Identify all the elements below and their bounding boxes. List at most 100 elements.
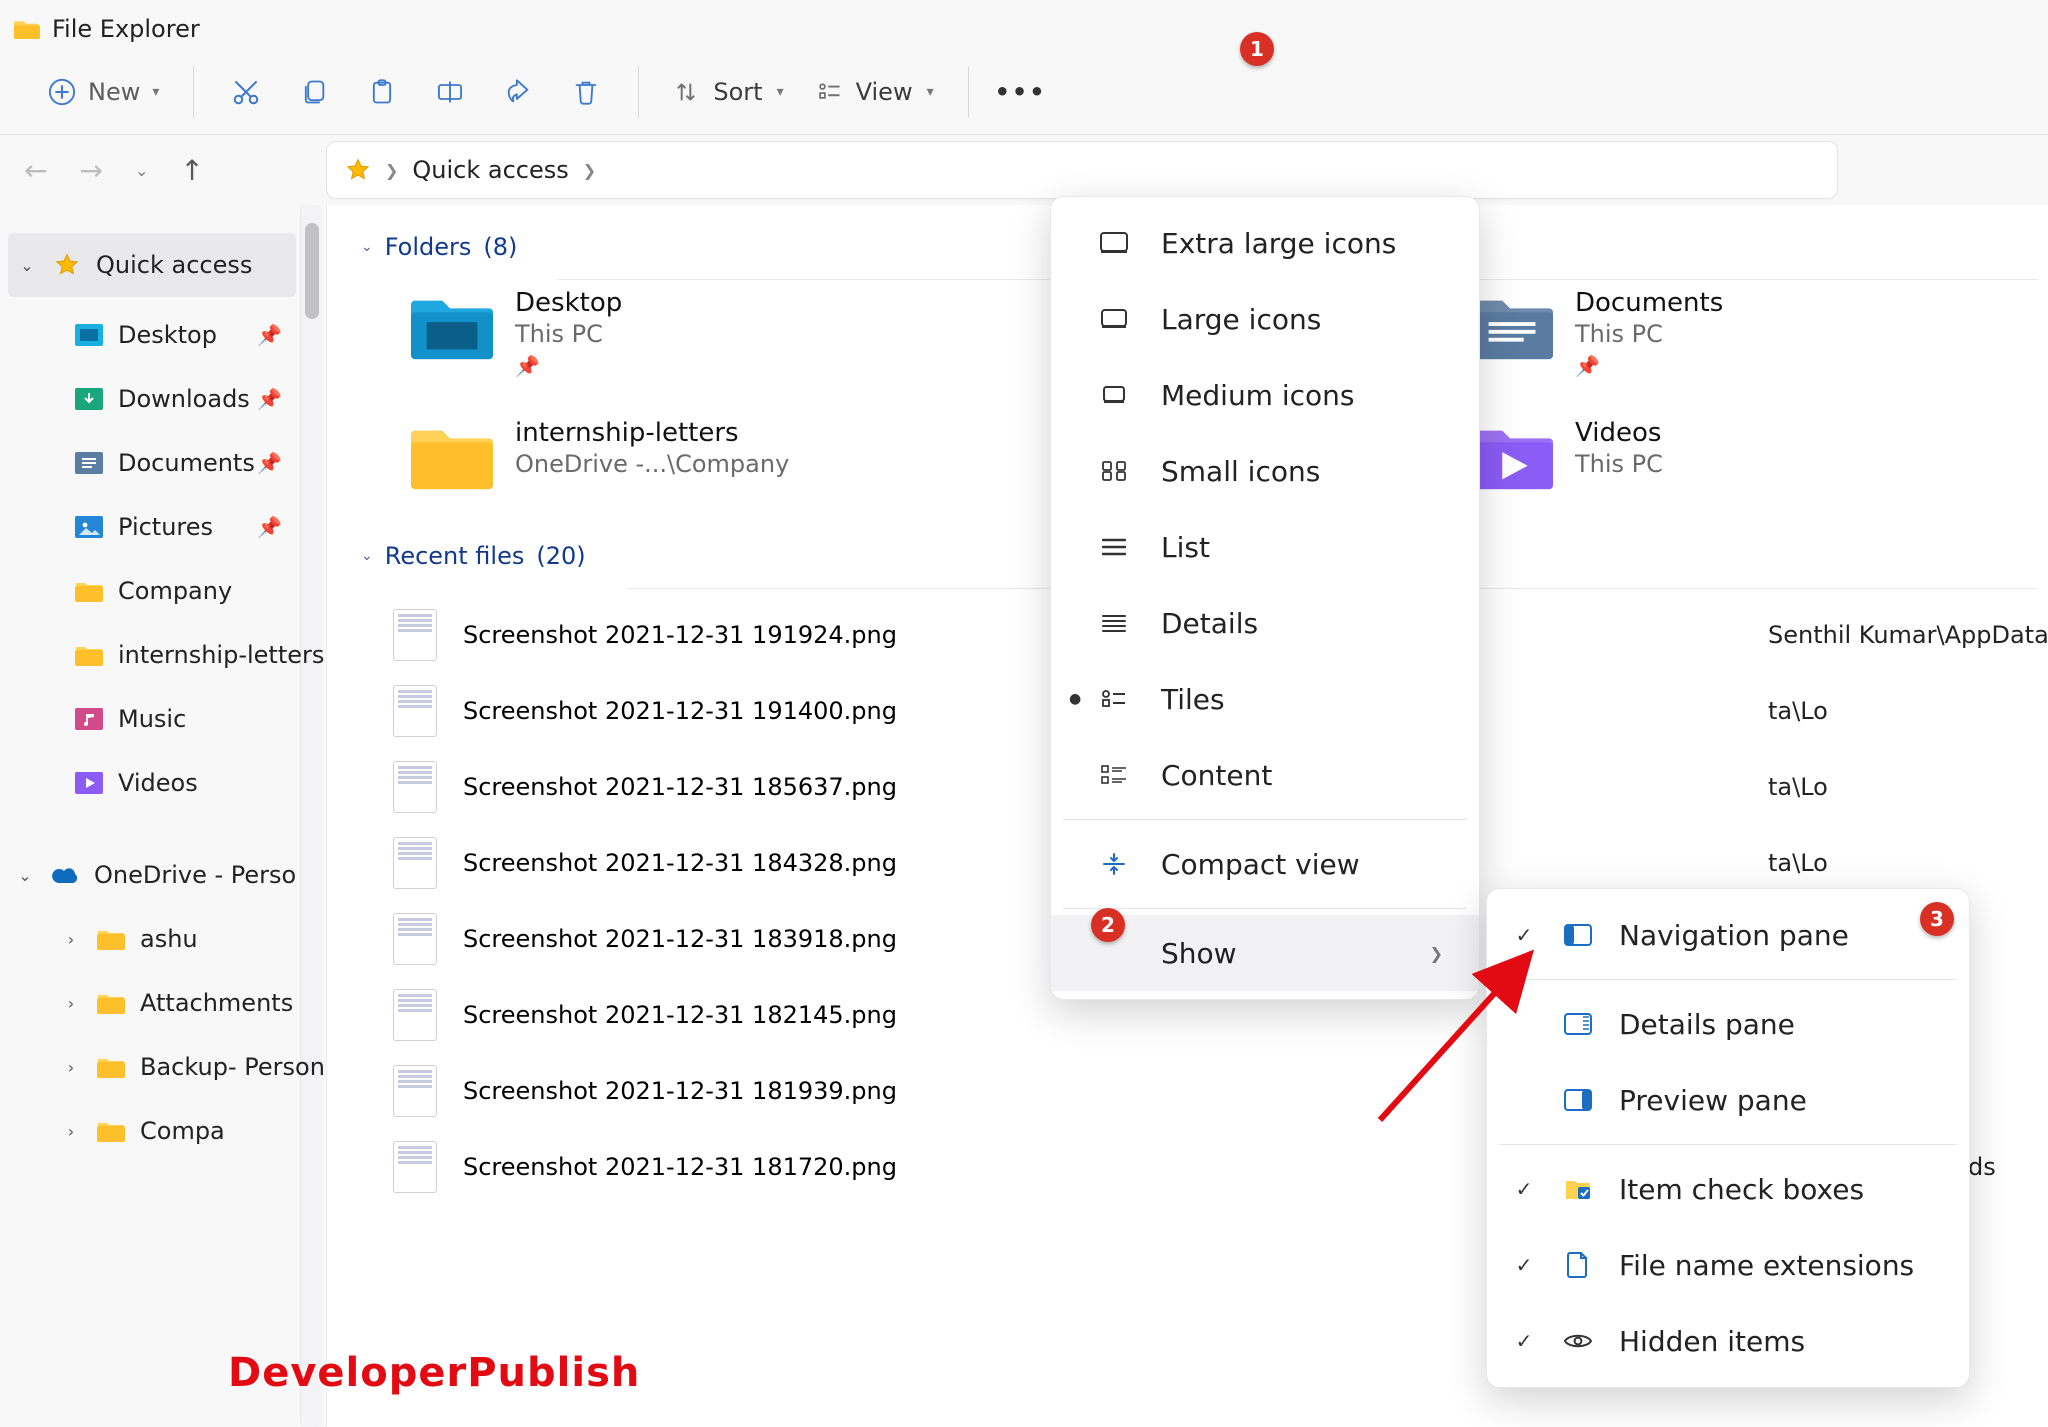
view-content-icon — [1097, 765, 1131, 785]
share-icon — [503, 78, 533, 106]
menu-item-list[interactable]: List — [1051, 509, 1479, 585]
tile-name: Documents — [1575, 288, 1723, 318]
sidebar-item-ashu[interactable]: ›ashu — [0, 907, 326, 971]
sidebar-item-internship-letters[interactable]: internship-letters — [0, 623, 326, 687]
breadcrumb-quick-access[interactable]: Quick access — [412, 156, 568, 184]
group-label: Recent files — [385, 542, 525, 570]
chevron-down-icon: ⌄ — [16, 256, 38, 275]
menu-item-details[interactable]: Details — [1051, 585, 1479, 661]
copy-button[interactable] — [282, 64, 346, 120]
downloads-folder-icon — [74, 386, 104, 412]
sidebar-item-label: Desktop — [118, 321, 217, 349]
sort-label: Sort — [713, 78, 762, 106]
menu-item-file-name-extensions[interactable]: ✓File name extensions — [1487, 1227, 1969, 1303]
menu-label: Content — [1161, 759, 1272, 792]
menu-item-details-pane[interactable]: Details pane — [1487, 986, 1969, 1062]
address-bar[interactable]: ❯ Quick access ❯ — [326, 141, 1838, 199]
folder-icon — [96, 1054, 126, 1080]
sidebar-item-label: Videos — [118, 769, 198, 797]
view-small-icon — [1097, 461, 1131, 481]
sidebar-item-pictures[interactable]: Pictures📌 — [0, 495, 326, 559]
sidebar-item-desktop[interactable]: Desktop 📌 — [0, 303, 326, 367]
file-name: Screenshot 2021-12-31 181720.png — [463, 1153, 1223, 1181]
folder-icon — [14, 18, 40, 40]
menu-label: Navigation pane — [1619, 919, 1849, 952]
menu-separator — [1063, 908, 1467, 909]
sidebar-item-documents[interactable]: Documents📌 — [0, 431, 326, 495]
menu-item-tiles[interactable]: ●Tiles — [1051, 661, 1479, 737]
view-button[interactable]: View ▾ — [802, 68, 948, 116]
tile-internship-letters[interactable]: internship-letters OneDrive -...\Company — [411, 418, 851, 492]
documents-folder-icon — [74, 450, 104, 476]
more-icon: ••• — [995, 78, 1047, 106]
hidden-items-icon — [1561, 1331, 1595, 1351]
sidebar-item-label: Music — [118, 705, 186, 733]
chevron-right-icon[interactable]: › — [60, 930, 82, 949]
menu-label: Show — [1161, 937, 1237, 970]
rename-button[interactable] — [418, 64, 482, 120]
share-button[interactable] — [486, 64, 550, 120]
view-large-icon — [1097, 309, 1131, 329]
new-button[interactable]: New ▾ — [34, 68, 173, 116]
sidebar-item-label: Pictures — [118, 513, 213, 541]
paste-button[interactable] — [350, 64, 414, 120]
chevron-down-icon: ⌄ — [14, 866, 36, 885]
sidebar-item-company[interactable]: Company — [0, 559, 326, 623]
chevron-right-icon: ❯ — [1430, 944, 1443, 963]
menu-item-navigation-pane[interactable]: ✓Navigation pane — [1487, 897, 1969, 973]
up-button[interactable]: ↑ — [180, 154, 203, 187]
file-thumbnail-icon — [393, 837, 437, 889]
pin-icon: 📌 — [257, 451, 282, 475]
view-extra-large-icon — [1097, 232, 1131, 254]
sidebar-item-label: Backup- Person — [140, 1053, 325, 1081]
menu-label: Extra large icons — [1161, 227, 1396, 260]
file-name: Screenshot 2021-12-31 181939.png — [463, 1077, 1223, 1105]
checkbox-folder-icon — [1561, 1177, 1595, 1201]
new-button-label: New — [88, 78, 140, 106]
menu-item-compact-view[interactable]: Compact view — [1051, 826, 1479, 902]
current-marker-icon: ● — [1069, 691, 1081, 707]
desktop-folder-icon — [411, 288, 493, 362]
chevron-down-icon: ⌄ — [361, 548, 373, 564]
pictures-folder-icon — [74, 514, 104, 540]
sidebar-item-quick-access[interactable]: ⌄ Quick access — [8, 233, 296, 297]
menu-label: Compact view — [1161, 848, 1360, 881]
tile-documents[interactable]: Documents This PC 📌 — [1471, 288, 1911, 378]
menu-item-hidden-items[interactable]: ✓Hidden items — [1487, 1303, 1969, 1379]
menu-item-extra-large-icons[interactable]: Extra large icons — [1051, 205, 1479, 281]
forward-button[interactable]: → — [79, 154, 102, 187]
menu-item-item-check-boxes[interactable]: ✓Item check boxes — [1487, 1151, 1969, 1227]
chevron-down-icon: ▾ — [927, 84, 934, 100]
sidebar-item-attachments[interactable]: ›Attachments — [0, 971, 326, 1035]
sort-button[interactable]: Sort ▾ — [659, 68, 797, 116]
delete-button[interactable] — [554, 64, 618, 120]
file-thumbnail-icon — [393, 989, 437, 1041]
sidebar-item-compa[interactable]: › Compa — [0, 1099, 326, 1163]
menu-item-preview-pane[interactable]: Preview pane — [1487, 1062, 1969, 1138]
chevron-down-icon: ⌄ — [361, 239, 373, 255]
chevron-right-icon[interactable]: › — [60, 1122, 82, 1141]
sidebar-item-backup-person[interactable]: › Backup- Person — [0, 1035, 326, 1099]
menu-item-medium-icons[interactable]: Medium icons — [1051, 357, 1479, 433]
menu-item-content[interactable]: Content — [1051, 737, 1479, 813]
star-icon — [345, 157, 371, 183]
back-button[interactable]: ← — [24, 154, 47, 187]
sidebar-item-onedrive[interactable]: ⌄ OneDrive - Perso — [0, 843, 326, 907]
navigation-row: ← → ⌄ ↑ ❯ Quick access ❯ — [0, 135, 2048, 205]
tile-desktop[interactable]: Desktop This PC 📌 — [411, 288, 851, 378]
menu-item-small-icons[interactable]: Small icons — [1051, 433, 1479, 509]
sidebar-item-videos[interactable]: Videos — [0, 751, 326, 815]
chevron-right-icon[interactable]: › — [60, 994, 82, 1013]
tile-videos[interactable]: Videos This PC — [1471, 418, 1911, 492]
chevron-right-icon[interactable]: › — [60, 1058, 82, 1077]
sidebar-item-label: Quick access — [96, 251, 252, 279]
cut-button[interactable] — [214, 64, 278, 120]
more-button[interactable]: ••• — [989, 78, 1053, 106]
pin-icon: 📌 — [257, 323, 282, 347]
menu-item-large-icons[interactable]: Large icons — [1051, 281, 1479, 357]
sidebar-item-music[interactable]: Music — [0, 687, 326, 751]
history-dropdown[interactable]: ⌄ — [135, 161, 148, 180]
sidebar-item-downloads[interactable]: Downloads📌 — [0, 367, 326, 431]
sidebar-item-label: Compa — [140, 1117, 225, 1145]
sidebar-item-label: internship-letters — [118, 641, 324, 669]
